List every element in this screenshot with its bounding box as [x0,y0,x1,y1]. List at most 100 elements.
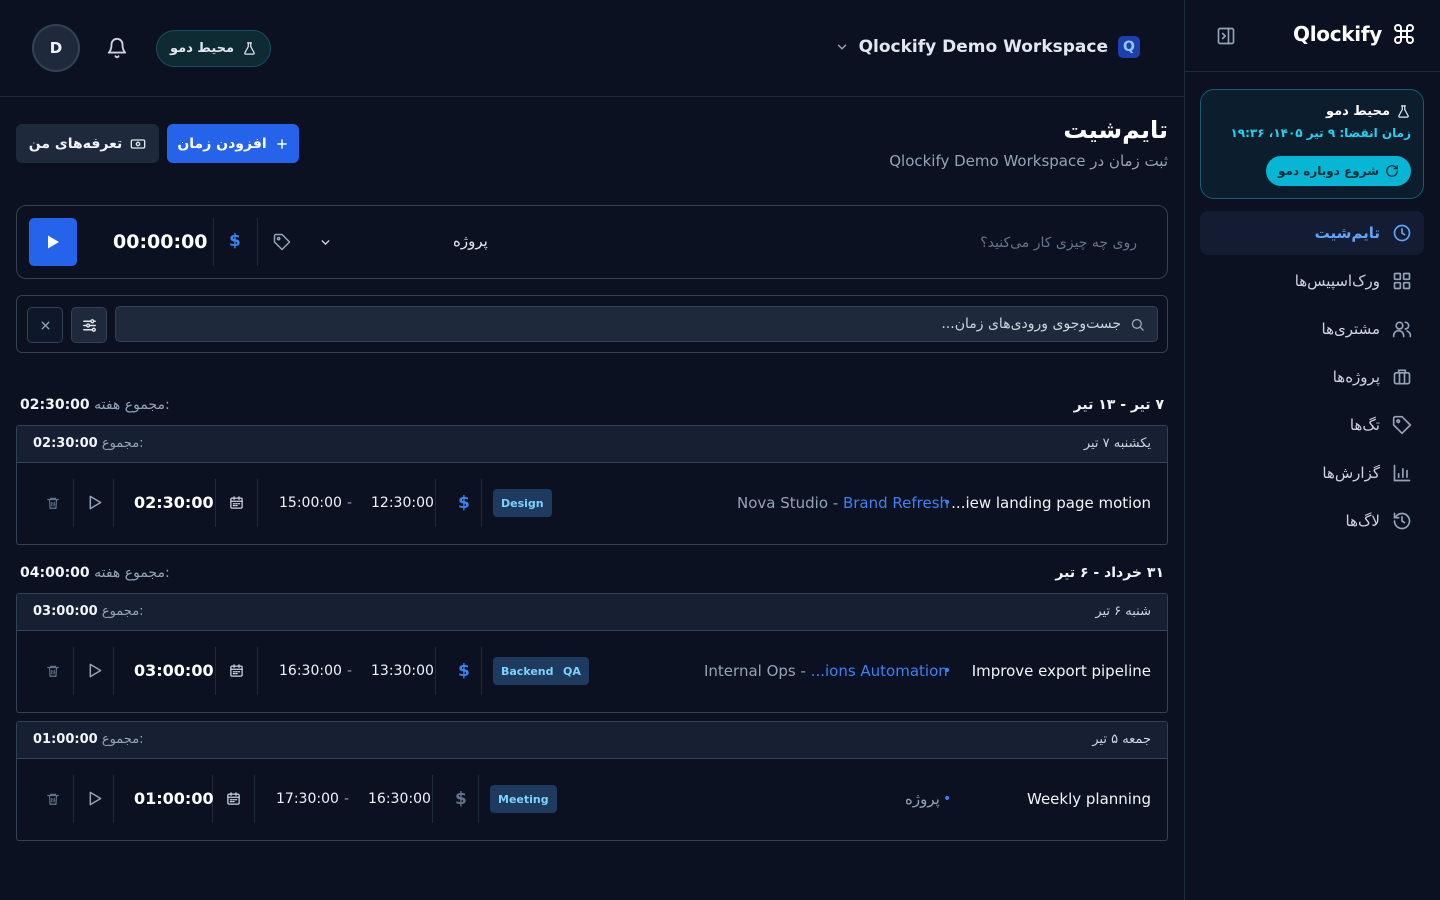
bell-icon[interactable] [106,37,128,59]
week-total: 02:30:00 مجموع هفته: [20,397,170,413]
billable-toggle[interactable]: $ [458,661,470,681]
entry-tag[interactable]: Meeting [490,785,557,813]
entry-duration: 02:30:00 [134,493,214,512]
time-range-dash: - [347,495,353,511]
entry-project-name: Brand Refresh [842,494,950,512]
entry-end-time[interactable]: 16:30:00 [279,663,342,679]
workspace-switcher[interactable]: Qlockify Demo Workspace Q [835,36,1140,58]
start-timer-button[interactable] [29,218,77,266]
divider [478,775,479,823]
week-range: ۷ تیر - ۱۳ تیر [1073,397,1164,413]
chevron-down-icon[interactable] [319,236,332,249]
billable-toggle[interactable]: $ [458,493,470,513]
entry-tag[interactable]: Design [493,489,552,517]
search-input[interactable] [116,307,1157,341]
workspace-badge: Q [1118,36,1140,58]
brand[interactable]: Qlockify [1293,22,1416,46]
day-header: شنبه ۶ تیر 03:00:00 مجموع: [17,594,1167,631]
entry-tag[interactable]: Backend [493,657,562,685]
sidebar-item-workspaces[interactable]: ورک‌اسپیس‌ها [1200,259,1424,303]
flask-icon [244,42,255,55]
day-total-value: 01:00:00 [33,732,98,747]
demo-expire-text: زمان انقضا: ۹ تیر ۱۴۰۵، ۱۹:۳۶ [1230,126,1411,140]
week-range: ۳۱ خرداد - ۶ تیر [1055,565,1164,581]
divider [481,479,482,527]
filter-button[interactable] [71,307,107,343]
divider [481,647,482,695]
entry-start-time[interactable]: 12:30:00 [371,495,434,511]
sidebar-item-tags[interactable]: تگ‌ها [1200,403,1424,447]
clear-filter-button[interactable] [27,307,63,343]
entry-description[interactable]: ...iew landing page motion [951,494,1151,512]
trash-icon[interactable] [46,791,60,807]
briefcase-icon [1393,369,1411,385]
day-card: شنبه ۶ تیر 03:00:00 مجموع: Improve expor… [16,593,1168,713]
day-total-label: مجموع: [101,732,144,747]
project-dot: • [943,791,952,807]
sidebar: Qlockify محیط دمو زمان انقضا: ۹ تیر ۱۴۰۵… [1184,0,1440,900]
workspace-name: Qlockify Demo Workspace [858,37,1108,57]
day-total-value: 03:00:00 [33,604,98,619]
sidebar-item-clients[interactable]: مشتری‌ها [1200,307,1424,351]
entry-end-time[interactable]: 17:30:00 [276,791,339,807]
divider [73,479,74,527]
sidebar-item-label: ورک‌اسپیس‌ها [1294,272,1380,290]
sidebar-item-timesheet[interactable]: تایم‌شیت [1200,211,1424,255]
entry-project[interactable]: پروژه [905,790,940,808]
billable-toggle[interactable]: $ [455,789,467,809]
search-icon [1131,318,1144,331]
day-label: جمعه ۵ تیر [1092,732,1151,747]
timer-description-input[interactable] [597,228,1137,258]
project-selector[interactable]: پروژه [453,232,488,250]
sidebar-item-reports[interactable]: گزارش‌ها [1200,451,1424,495]
day-header: یکشنبه ۷ تیر 02:30:00 مجموع: [17,426,1167,463]
plus-icon [276,138,287,149]
day-total-label: مجموع: [101,604,144,619]
divider [73,647,74,695]
entry-project[interactable]: Internal Ops - ...ions Automation [704,662,948,680]
calendar-icon[interactable] [229,663,244,678]
users-icon [1392,321,1412,338]
close-icon [41,321,49,329]
tag-icon[interactable] [273,233,291,251]
entry-duration: 01:00:00 [134,789,214,808]
sidebar-collapse-button[interactable] [1215,25,1237,47]
time-entry-row[interactable]: Improve export pipeline • Internal Ops -… [17,631,1167,712]
calendar-icon[interactable] [229,495,244,510]
entry-project[interactable]: Nova Studio - Brand Refresh [737,494,949,512]
time-range-dash: - [344,791,350,807]
sidebar-item-label: پروژه‌ها [1332,368,1380,386]
sidebar-item-label: گزارش‌ها [1322,464,1380,482]
entry-start-time[interactable]: 13:30:00 [371,663,434,679]
play-icon[interactable] [88,495,102,510]
avatar[interactable]: D [32,24,80,72]
trash-icon[interactable] [46,663,60,679]
entry-start-time[interactable]: 16:30:00 [368,791,431,807]
day-total: 01:00:00 مجموع: [33,732,144,747]
billable-toggle[interactable]: $ [229,231,241,251]
week-total: 04:00:00 مجموع هفته: [20,565,170,581]
sidebar-item-label: مشتری‌ها [1321,320,1380,338]
restart-demo-button[interactable]: شروع دوباره دمو [1265,156,1411,186]
trash-icon[interactable] [46,495,60,511]
my-rates-button[interactable]: تعرفه‌های من [16,124,159,163]
time-entry-row[interactable]: ...iew landing page motion • Nova Studio… [17,463,1167,544]
sidebar-item-projects[interactable]: پروژه‌ها [1200,355,1424,399]
play-icon[interactable] [88,791,102,806]
entry-end-time[interactable]: 15:00:00 [279,495,342,511]
day-card: جمعه ۵ تیر 01:00:00 مجموع: Weekly planni… [16,721,1168,841]
time-entry-row[interactable]: Weekly planning • پروژه Meeting $ 16:30:… [17,759,1167,840]
history-icon [1393,512,1411,530]
play-icon[interactable] [88,663,102,678]
day-card: یکشنبه ۷ تیر 02:30:00 مجموع: ...iew land… [16,425,1168,545]
week-total-value: 02:30:00 [20,397,90,413]
entry-description[interactable]: Improve export pipeline [972,662,1151,680]
add-time-button[interactable]: افزودن زمان [167,124,299,163]
my-rates-label: تعرفه‌های من [28,135,123,152]
divider [257,218,258,266]
calendar-icon[interactable] [226,791,241,806]
entry-description[interactable]: Weekly planning [1027,790,1151,808]
restart-demo-label: شروع دوباره دمو [1277,164,1379,178]
divider [73,775,74,823]
sidebar-item-logs[interactable]: لاگ‌ها [1200,499,1424,543]
